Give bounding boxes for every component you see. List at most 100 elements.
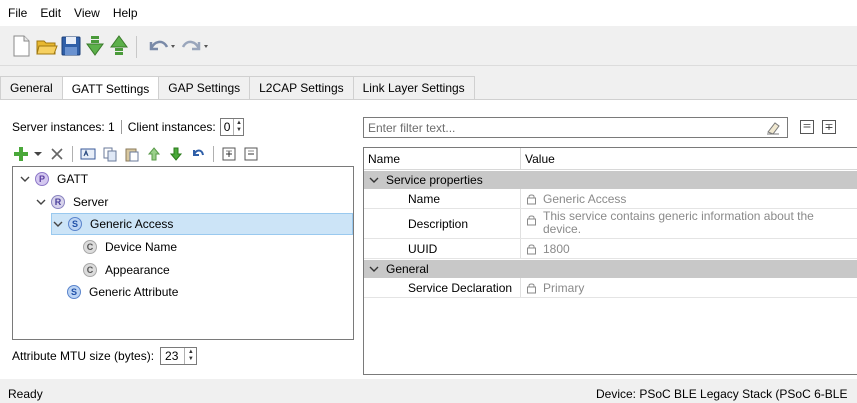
move-down-icon[interactable] xyxy=(167,145,185,163)
delete-icon[interactable] xyxy=(48,145,66,163)
client-instances-label: Client instances: xyxy=(127,120,216,134)
add-dropdown-icon[interactable] xyxy=(34,145,42,163)
tree-node-label: Server xyxy=(73,195,109,209)
property-name: UUID xyxy=(408,241,438,256)
category-general[interactable]: General xyxy=(364,260,857,278)
menu-bar: File Edit View Help xyxy=(0,0,857,26)
service-icon: S xyxy=(67,285,81,299)
expand-all-properties-icon[interactable] xyxy=(822,120,836,134)
copy-icon[interactable] xyxy=(101,145,119,163)
spin-down-icon[interactable]: ▼ xyxy=(188,356,194,363)
properties-grid: Name Value Service properties Name Gener… xyxy=(363,147,857,375)
mtu-row: Attribute MTU size (bytes): 23 ▲ ▼ xyxy=(12,347,198,365)
move-up-icon[interactable] xyxy=(145,145,163,163)
column-value-header[interactable]: Value xyxy=(521,148,555,170)
menu-file[interactable]: File xyxy=(4,6,36,20)
expand-all-icon[interactable] xyxy=(220,145,238,163)
tree-node-label: Appearance xyxy=(105,263,170,277)
property-row-description[interactable]: Description This service contains generi… xyxy=(364,209,857,239)
lock-icon xyxy=(527,194,536,204)
property-value: Generic Access xyxy=(526,189,626,208)
property-name: Name xyxy=(408,191,441,206)
status-ready: Ready xyxy=(8,386,43,401)
tree-node-server[interactable]: R Server xyxy=(35,191,108,213)
export-icon[interactable] xyxy=(108,34,130,58)
lock-icon xyxy=(527,283,536,293)
chevron-down-icon[interactable] xyxy=(35,198,47,206)
status-device: Device: PSoC BLE Legacy Stack (PSoC 6-BL… xyxy=(596,386,848,401)
tab-general[interactable]: General xyxy=(0,76,63,100)
category-label: Service properties xyxy=(386,173,483,187)
menu-edit[interactable]: Edit xyxy=(36,6,70,20)
lock-icon xyxy=(527,215,536,226)
tree-node-generic-access[interactable]: S Generic Access xyxy=(51,213,353,235)
tree-node-label: Generic Access xyxy=(90,217,174,231)
tree-node-appearance[interactable]: C Appearance xyxy=(83,259,170,281)
property-name: Description xyxy=(408,216,469,231)
rename-icon[interactable] xyxy=(79,145,97,163)
mtu-label: Attribute MTU size (bytes): xyxy=(12,349,155,363)
column-name-header[interactable]: Name xyxy=(364,148,400,170)
property-row-service-declaration[interactable]: Service Declaration Primary xyxy=(364,278,857,298)
redo-icon[interactable] xyxy=(180,34,212,58)
tree-node-label: GATT xyxy=(57,172,89,186)
lock-icon xyxy=(527,244,536,254)
client-instances-spinner[interactable]: 0 ▲ ▼ xyxy=(219,118,245,136)
role-icon: R xyxy=(51,195,65,209)
spin-up-icon[interactable]: ▲ xyxy=(188,349,194,356)
import-icon[interactable] xyxy=(84,34,106,58)
category-label: General xyxy=(386,262,429,276)
add-icon[interactable] xyxy=(12,145,30,163)
tree-node-device-name[interactable]: C Device Name xyxy=(83,236,177,258)
open-folder-icon[interactable] xyxy=(36,34,58,58)
new-file-icon[interactable] xyxy=(10,34,32,58)
tree-node-label: Generic Attribute xyxy=(89,285,179,299)
save-icon[interactable] xyxy=(60,34,82,58)
collapse-all-properties-icon[interactable] xyxy=(800,120,814,134)
tab-link-layer-settings[interactable]: Link Layer Settings xyxy=(353,76,475,100)
mtu-value[interactable]: 23 xyxy=(161,349,184,363)
category-service-properties[interactable]: Service properties xyxy=(364,171,857,189)
property-value: 1800 xyxy=(526,239,570,258)
tab-gap-settings[interactable]: GAP Settings xyxy=(159,76,251,100)
property-value: This service contains generic informatio… xyxy=(526,209,814,238)
filter-input[interactable]: Enter filter text... xyxy=(363,117,788,138)
main-toolbar xyxy=(0,26,857,66)
status-bar: Ready Device: PSoC BLE Legacy Stack (PSo… xyxy=(0,384,857,403)
gatt-tree[interactable]: P GATT R Server S Generic Access C Devic… xyxy=(12,166,354,340)
tree-node-gatt[interactable]: P GATT xyxy=(19,168,88,190)
collapse-all-icon[interactable] xyxy=(242,145,260,163)
grid-header: Name Value xyxy=(364,148,857,170)
profile-icon: P xyxy=(35,172,49,186)
characteristic-icon: C xyxy=(83,263,97,277)
filter-placeholder: Enter filter text... xyxy=(368,120,456,135)
chevron-down-icon[interactable] xyxy=(368,176,380,184)
tab-l2cap-settings[interactable]: L2CAP Settings xyxy=(250,76,354,100)
menu-help[interactable]: Help xyxy=(109,6,147,20)
server-instances-label: Server instances: 1 xyxy=(12,120,115,134)
chevron-down-icon[interactable] xyxy=(19,175,31,183)
service-icon: S xyxy=(68,217,82,231)
spin-down-icon[interactable]: ▼ xyxy=(236,127,242,134)
property-row-name[interactable]: Name Generic Access xyxy=(364,189,857,209)
settings-tabs: General GATT Settings GAP Settings L2CAP… xyxy=(0,76,475,101)
chevron-down-icon[interactable] xyxy=(368,265,380,273)
clear-filter-icon[interactable] xyxy=(765,120,781,136)
paste-icon[interactable] xyxy=(123,145,141,163)
instances-row: Server instances: 1 Client instances: 0 … xyxy=(12,118,245,136)
menu-view[interactable]: View xyxy=(70,6,109,20)
client-instances-value[interactable]: 0 xyxy=(221,120,234,134)
undo-small-icon[interactable] xyxy=(189,145,207,163)
mtu-spinner[interactable]: 23 ▲ ▼ xyxy=(160,347,198,365)
gatt-settings-panel: Server instances: 1 Client instances: 0 … xyxy=(0,99,857,379)
characteristic-icon: C xyxy=(83,240,97,254)
tab-gatt-settings[interactable]: GATT Settings xyxy=(62,76,160,101)
tree-node-generic-attribute[interactable]: S Generic Attribute xyxy=(67,281,178,303)
property-value: Primary xyxy=(526,278,584,297)
property-name: Service Declaration xyxy=(408,280,513,295)
tree-toolbar xyxy=(12,144,264,164)
spin-up-icon[interactable]: ▲ xyxy=(236,120,242,127)
property-row-uuid[interactable]: UUID 1800 xyxy=(364,239,857,259)
chevron-down-icon[interactable] xyxy=(52,220,64,228)
undo-icon[interactable] xyxy=(146,34,178,58)
